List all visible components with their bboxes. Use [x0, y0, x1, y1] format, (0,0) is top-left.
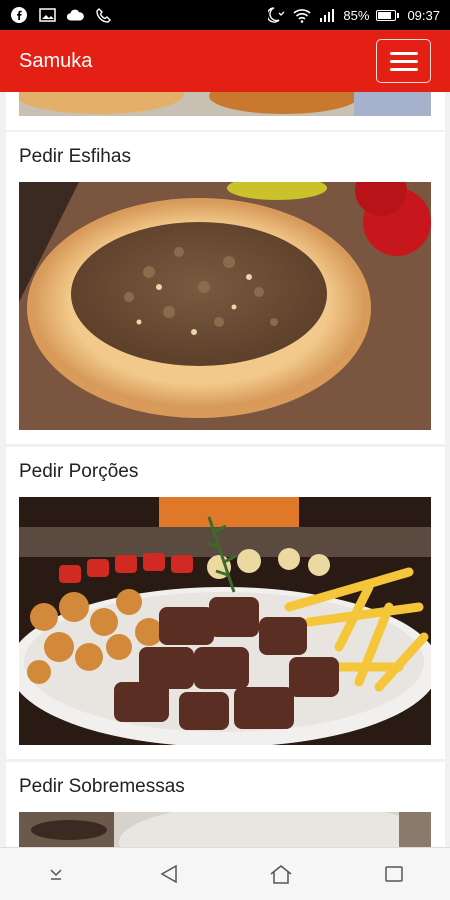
system-navigation-bar	[0, 847, 450, 900]
missed-call-icon	[268, 6, 286, 24]
category-title[interactable]: Pedir Esfihas	[6, 132, 445, 180]
notification-shade-icon	[50, 869, 62, 880]
home-icon	[270, 865, 292, 884]
notification-shade-button[interactable]	[0, 848, 113, 900]
category-title[interactable]: Pedir Porções	[6, 447, 445, 495]
previous-category-photo[interactable]	[19, 92, 431, 116]
home-button[interactable]	[225, 848, 338, 900]
status-bar: 85% 09:37	[0, 0, 450, 30]
esfiha-photo[interactable]	[19, 182, 431, 430]
recent-apps-icon	[385, 866, 403, 882]
battery-icon	[376, 9, 400, 21]
recent-apps-button[interactable]	[338, 848, 450, 900]
app-title[interactable]: Samuka	[19, 50, 92, 73]
back-icon	[160, 864, 177, 884]
category-title[interactable]: Pedir Sobremessas	[6, 762, 445, 810]
clock: 09:37	[407, 7, 440, 23]
hamburger-menu-icon	[389, 51, 418, 55]
category-card-esfihas[interactable]: Pedir Esfihas	[6, 132, 445, 444]
facebook-icon	[10, 6, 28, 24]
back-button[interactable]	[113, 848, 226, 900]
app-bar: Samuka	[0, 30, 450, 92]
image-icon	[38, 6, 56, 24]
signal-icon	[318, 6, 336, 24]
wifi-icon	[293, 6, 311, 24]
battery-level-fill	[378, 11, 392, 19]
category-list[interactable]: Pedir Esfihas Pedir Porções Pedir Sobrem…	[0, 92, 450, 847]
battery-percent: 85%	[343, 7, 370, 23]
cloud-icon	[66, 6, 84, 24]
phone-icon	[94, 6, 112, 24]
category-card-sobremessas[interactable]: Pedir Sobremessas	[6, 762, 445, 847]
sobremessas-photo[interactable]	[19, 812, 431, 847]
category-card-previous[interactable]	[6, 92, 445, 130]
porcoes-photo[interactable]	[19, 497, 431, 745]
menu-button[interactable]	[376, 39, 431, 83]
category-card-porcoes[interactable]: Pedir Porções	[6, 447, 445, 759]
